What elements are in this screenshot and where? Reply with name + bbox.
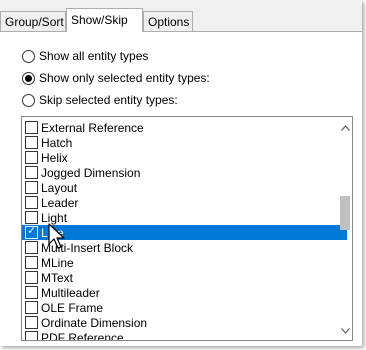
checkbox-icon[interactable]: ✓: [25, 211, 38, 224]
chevron-down-icon: [340, 328, 350, 334]
checkbox-icon[interactable]: ✓: [25, 136, 38, 149]
chevron-down-icon[interactable]: [338, 324, 352, 338]
list-item[interactable]: ✓ External Reference: [22, 120, 347, 135]
list-item[interactable]: ✓ MText: [22, 270, 347, 285]
checkbox-icon[interactable]: ✓: [25, 151, 38, 164]
checkbox-icon[interactable]: ✓: [25, 121, 38, 134]
checkbox-checked-icon[interactable]: ✓: [25, 225, 38, 239]
list-item-label: Leader: [41, 195, 79, 210]
checkbox-icon[interactable]: ✓: [25, 166, 38, 179]
list-item-label: PDF Reference: [41, 330, 124, 341]
checkbox-icon[interactable]: ✓: [25, 181, 38, 194]
chevron-up-icon: [340, 125, 350, 131]
radio-button-checked-icon: [22, 71, 35, 85]
list-item-label: Ordinate Dimension: [41, 315, 148, 330]
list-item[interactable]: ✓ OLE Frame: [22, 300, 347, 315]
checkbox-icon[interactable]: ✓: [25, 241, 38, 254]
list-item-label: Layout: [41, 180, 78, 195]
radio-button-icon: [22, 49, 35, 63]
list-item-label: Helix: [41, 150, 68, 165]
show-skip-panel: Show all entity types Show only selected…: [0, 32, 362, 346]
checkbox-icon[interactable]: ✓: [25, 316, 38, 329]
list-item[interactable]: ✓ Helix: [22, 150, 347, 165]
list-item-label: MText: [41, 270, 74, 285]
list-item[interactable]: ✓ Multi-Insert Block: [22, 240, 347, 255]
checkbox-icon[interactable]: ✓: [25, 331, 38, 340]
list-item[interactable]: ✓ PDF Reference: [22, 330, 347, 341]
list-item[interactable]: ✓ Hatch: [22, 135, 347, 150]
list-item-label: Jogged Dimension: [41, 165, 141, 180]
radio-skip-selected-label: Skip selected entity types:: [39, 93, 178, 107]
checkbox-icon[interactable]: ✓: [25, 196, 38, 209]
tab-options[interactable]: Options: [143, 11, 193, 31]
list-item-label: Hatch: [41, 135, 73, 150]
scrollbar-thumb[interactable]: [340, 196, 350, 230]
list-item[interactable]: ✓ MLine: [22, 255, 347, 270]
list-item-label: Multileader: [41, 285, 100, 300]
list-item[interactable]: ✓ Layout: [22, 180, 347, 195]
radio-skip-selected[interactable]: Skip selected entity types:: [22, 92, 178, 108]
tab-show-skip[interactable]: Show/Skip: [66, 8, 143, 32]
checkbox-icon[interactable]: ✓: [25, 271, 38, 284]
radio-button-icon: [22, 93, 35, 107]
entity-type-list[interactable]: ✓ External Reference ✓ Hatch ✓ Helix ✓ J…: [21, 116, 353, 341]
checkbox-icon[interactable]: ✓: [25, 256, 38, 269]
mouse-pointer-icon: [48, 223, 65, 249]
chevron-up-icon[interactable]: [338, 121, 352, 135]
list-item[interactable]: ✓ Jogged Dimension: [22, 165, 347, 180]
list-item[interactable]: ✓ Ordinate Dimension: [22, 315, 347, 330]
radio-show-only-selected-label: Show only selected entity types:: [39, 71, 210, 85]
list-item-label: OLE Frame: [41, 300, 104, 315]
tab-strip: Group/Sort Show/Skip Options: [0, 0, 362, 32]
checkbox-icon[interactable]: ✓: [25, 301, 38, 314]
tab-group-sort[interactable]: Group/Sort: [0, 11, 66, 31]
list-item[interactable]: ✓ Multileader: [22, 285, 347, 300]
list-item[interactable]: ✓ Leader: [22, 195, 347, 210]
list-item[interactable]: ✓ Light: [22, 210, 347, 225]
list-item-label: MLine: [41, 255, 74, 270]
radio-show-only-selected[interactable]: Show only selected entity types:: [22, 70, 210, 86]
radio-show-all-label: Show all entity types: [39, 49, 149, 63]
options-dialog: Group/Sort Show/Skip Options Show all en…: [0, 0, 362, 346]
checkbox-icon[interactable]: ✓: [25, 286, 38, 299]
radio-show-all[interactable]: Show all entity types: [22, 48, 148, 64]
list-item-selected[interactable]: ✓ Line: [22, 225, 347, 240]
list-item-label: External Reference: [41, 120, 144, 135]
